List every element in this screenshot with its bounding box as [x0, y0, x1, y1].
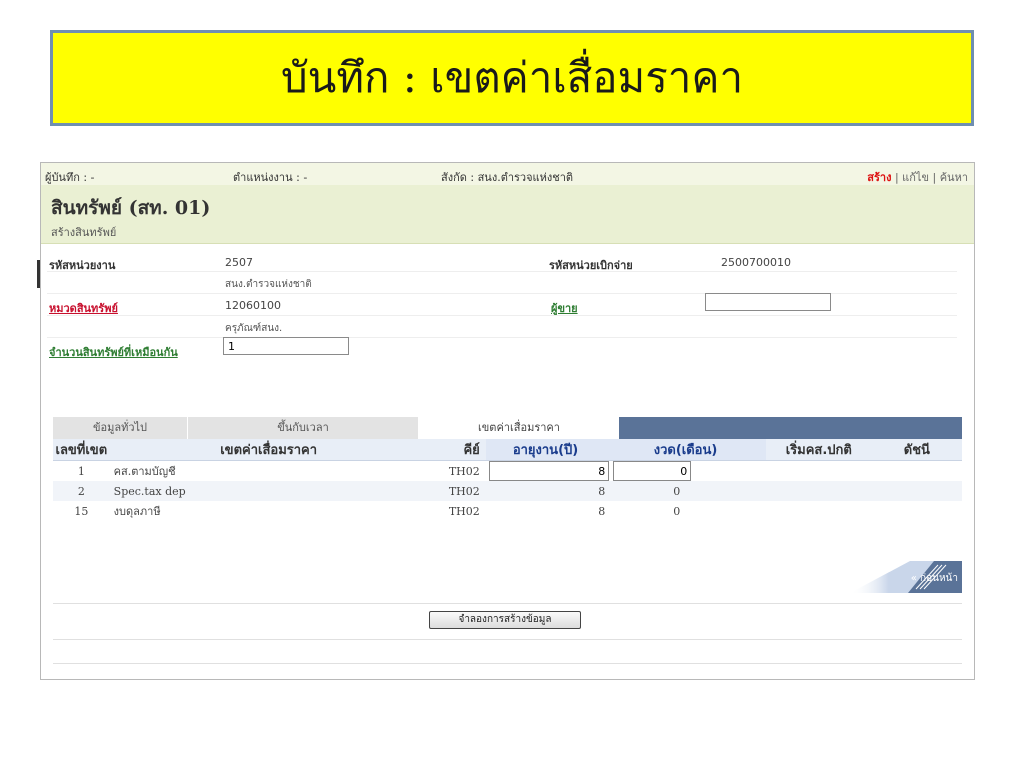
normal-dep-start-cell [765, 460, 872, 481]
app-window: ผู้บันทึก : - ตำแหน่งงาน : - สังกัด : สน… [40, 162, 975, 680]
action-separator: | [894, 171, 899, 184]
same-asset-count-input[interactable] [223, 337, 349, 355]
same-asset-count-link[interactable]: จำนวนสินทรัพย์ที่เหมือนกัน [49, 343, 178, 361]
divider [53, 663, 962, 664]
row-divider [47, 337, 957, 338]
affiliation-text: สังกัด : สนง.ตำรวจแห่งชาติ [441, 171, 574, 184]
category-code-value: 12060100 [225, 299, 281, 312]
recorder-text: ผู้บันทึก : - [45, 171, 95, 184]
useful-life-cell: 8 [485, 481, 610, 501]
tab-bar: ข้อมูลทั่วไป ขึ้นกับเวลา เขตค่าเสื่อมราค… [53, 417, 962, 439]
table-row[interactable]: 2 Spec.tax dep TH02 8 0 [53, 481, 962, 501]
search-link[interactable]: ค้นหา [940, 171, 968, 184]
col-useful-life[interactable]: อายุงาน(ปี) [485, 439, 610, 461]
key-cell: TH02 [423, 481, 486, 501]
col-area-name[interactable]: เขตค่าเสื่อมราคา [109, 439, 424, 461]
simulate-create-button[interactable]: จำลองการสร้างข้อมูล [429, 611, 581, 629]
area-name-cell: คส.ตามบัญชี [109, 460, 424, 481]
unit-name-value: สนง.ตำรวจแห่งชาติ [225, 279, 312, 290]
action-links: สร้าง | แก้ไข | ค้นหา [867, 168, 968, 186]
index-cell [871, 460, 962, 481]
col-key[interactable]: คีย์ [423, 439, 486, 461]
previous-button-label: « ก่อนหน้า [910, 573, 958, 584]
col-area-no[interactable]: เลขที่เขต [53, 439, 110, 461]
period-cell: 0 [609, 481, 766, 501]
page-header: สินทรัพย์ (สท. 01) สร้างสินทรัพย์ [41, 185, 974, 244]
index-cell [871, 481, 962, 501]
position-text: ตำแหน่งงาน : - [233, 171, 308, 184]
row-divider [47, 315, 957, 316]
period-cell: 0 [609, 501, 766, 521]
tab-general[interactable]: ข้อมูลทั่วไป [53, 417, 188, 439]
depreciation-table: เลขที่เขต เขตค่าเสื่อมราคา คีย์ อายุงาน(… [53, 439, 962, 521]
divider [53, 603, 962, 604]
table-row[interactable]: 15 งบดุลภาษี TH02 8 0 [53, 501, 962, 521]
action-separator: | [932, 171, 937, 184]
page-subtitle: สร้างสินทรัพย์ [51, 226, 117, 239]
table-header-row: เลขที่เขต เขตค่าเสื่อมราคา คีย์ อายุงาน(… [53, 439, 962, 461]
index-cell [871, 501, 962, 521]
asset-form: รหัสหน่วยงาน 2507 รหัสหน่วยเบิกจ่าย 2500… [47, 253, 963, 393]
period-input[interactable] [613, 461, 692, 481]
area-no-cell: 15 [53, 501, 110, 521]
create-link[interactable]: สร้าง [867, 171, 891, 184]
tab-time-dependent[interactable]: ขึ้นกับเวลา [188, 417, 419, 439]
area-no-cell: 2 [53, 481, 110, 501]
key-cell: TH02 [423, 501, 486, 521]
col-normal-dep-start[interactable]: เริ่มคส.ปกติ [765, 439, 872, 461]
key-cell: TH02 [423, 460, 486, 481]
divider [53, 639, 962, 640]
tab-depreciation-area[interactable]: เขตค่าเสื่อมราคา [419, 417, 619, 439]
disburse-code-value: 2500700010 [721, 256, 791, 269]
edit-link[interactable]: แก้ไข [902, 171, 929, 184]
normal-dep-start-cell [765, 481, 872, 501]
useful-life-input[interactable] [489, 461, 610, 481]
area-no-cell: 1 [53, 460, 110, 481]
normal-dep-start-cell [765, 501, 872, 521]
useful-life-cell: 8 [485, 501, 610, 521]
slide-title: บันทึก : เขตค่าเสื่อมราคา [50, 30, 974, 126]
category-name-value: ครุภัณฑ์สนง. [225, 323, 283, 334]
page-title: สินทรัพย์ (สท. 01) [51, 197, 211, 219]
table-row[interactable]: 1 คส.ตามบัญชี TH02 [53, 460, 962, 481]
col-period[interactable]: งวด(เดือน) [609, 439, 766, 461]
previous-button[interactable]: « ก่อนหน้า [850, 559, 962, 593]
user-info-bar: ผู้บันทึก : - ตำแหน่งงาน : - สังกัด : สน… [41, 163, 974, 186]
period-cell [609, 460, 766, 481]
vendor-input[interactable] [705, 293, 831, 311]
row-divider [47, 271, 957, 272]
area-name-cell: Spec.tax dep [109, 481, 424, 501]
col-index[interactable]: ดัชนี [871, 439, 962, 461]
area-name-cell: งบดุลภาษี [109, 501, 424, 521]
unit-code-value: 2507 [225, 256, 253, 269]
useful-life-cell [485, 460, 610, 481]
